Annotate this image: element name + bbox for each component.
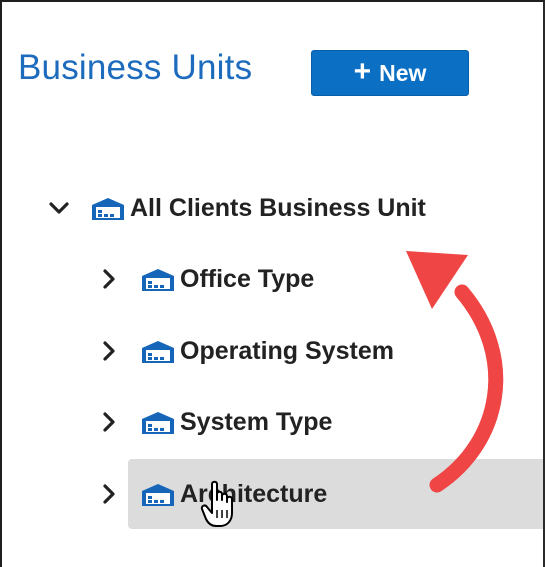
building-icon bbox=[142, 412, 174, 434]
plus-icon: + bbox=[353, 55, 372, 88]
business-units-panel: Business Units + New All Clients Busines… bbox=[0, 0, 545, 567]
tree-item-label: System Type bbox=[180, 407, 333, 436]
new-button-label: New bbox=[379, 59, 427, 86]
tree-item-system-type[interactable]: System Type bbox=[98, 394, 332, 450]
building-icon bbox=[92, 198, 124, 220]
tree-item-operating-system[interactable]: Operating System bbox=[98, 323, 394, 379]
tree-item-root[interactable]: All Clients Business Unit bbox=[48, 180, 426, 236]
tree-item-office-type[interactable]: Office Type bbox=[98, 251, 314, 307]
chevron-down-icon[interactable] bbox=[48, 197, 70, 219]
building-icon bbox=[142, 341, 174, 363]
chevron-right-icon[interactable] bbox=[98, 411, 120, 433]
chevron-right-icon[interactable] bbox=[98, 483, 120, 505]
new-business-unit-button[interactable]: + New bbox=[311, 50, 469, 96]
hand-pointer-icon bbox=[200, 480, 233, 527]
tree-item-label: All Clients Business Unit bbox=[130, 193, 426, 222]
red-curved-arrow-icon bbox=[406, 251, 504, 493]
tree-item-label: Operating System bbox=[180, 336, 394, 365]
building-icon bbox=[142, 269, 174, 291]
tree-item-label: Office Type bbox=[180, 264, 315, 293]
building-icon bbox=[142, 484, 174, 506]
page-title: Business Units bbox=[18, 48, 253, 87]
chevron-right-icon[interactable] bbox=[98, 340, 120, 362]
chevron-right-icon[interactable] bbox=[98, 268, 120, 290]
